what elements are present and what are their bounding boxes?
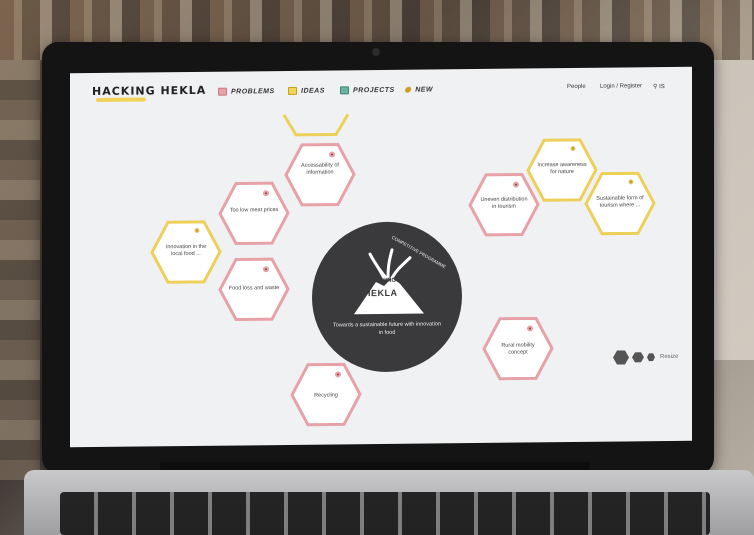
- hex-idea-sustainable-tourism[interactable]: ✺ Sustainable form of tourism where ...: [584, 171, 656, 236]
- hex-label: Rural mobility concept: [501, 342, 535, 357]
- projects-square-icon: [340, 86, 349, 95]
- problem-marker-icon: [527, 325, 533, 332]
- globe-icon: ⚲: [653, 84, 658, 91]
- language-switch[interactable]: ⚲ IS: [653, 83, 665, 90]
- resize-label: Resize: [660, 353, 679, 361]
- nav-login[interactable]: Login / Register: [600, 83, 642, 89]
- lightbulb-icon: ✺: [570, 145, 576, 154]
- hex-label: Recycling: [314, 392, 338, 399]
- hex-problem-food-loss[interactable]: Food loss and waste: [218, 257, 290, 322]
- laptop-screen: HACKING HEKLA PROBLEMS IDEAS PROJECTS ✺ …: [70, 66, 692, 448]
- nav-new-label: NEW: [415, 86, 434, 94]
- nav-ideas[interactable]: IDEAS: [288, 86, 325, 95]
- logo-underline: [96, 97, 146, 102]
- hex-problem-recycling[interactable]: Recycling: [290, 362, 362, 427]
- partial-hexagon: [282, 113, 350, 137]
- nav-new[interactable]: ✺ NEW: [404, 85, 434, 95]
- hex-problem-meat-prices[interactable]: Too low meat prices: [218, 181, 290, 246]
- background-books: [0, 60, 40, 480]
- hex-problem-accessability[interactable]: Accessability of information: [284, 142, 356, 207]
- nav-problems[interactable]: PROBLEMS: [218, 87, 275, 96]
- hex-problem-rural-mobility[interactable]: Rural mobility concept: [482, 316, 554, 381]
- top-nav: HACKING HEKLA PROBLEMS IDEAS PROJECTS ✺ …: [70, 67, 692, 114]
- lightbulb-icon: ✺: [404, 85, 412, 95]
- hex-label: Food loss and waste: [228, 285, 280, 292]
- center-logo-circle[interactable]: COMPETITIVE PROGRAMME HACKING HEKLA Towa…: [312, 221, 462, 373]
- hex-small-icon[interactable]: [647, 353, 655, 362]
- hex-medium-icon[interactable]: [632, 351, 644, 363]
- ideas-square-icon: [288, 86, 297, 95]
- problem-marker-icon: [335, 371, 341, 378]
- problem-marker-icon: [513, 181, 519, 188]
- hex-label: Accessability of information: [301, 162, 339, 177]
- hex-idea-local-food[interactable]: ✺ Innovation in the local food ...: [150, 220, 222, 285]
- hex-label: Increase awareness for nature: [537, 161, 587, 176]
- nav-problems-label: PROBLEMS: [231, 87, 275, 96]
- problem-marker-icon: [263, 190, 269, 197]
- hex-label: Too low meat prices: [229, 207, 279, 214]
- logo-main-text: HEKLA: [364, 287, 398, 299]
- nav-ideas-label: IDEAS: [301, 87, 325, 95]
- camera-icon: [372, 48, 380, 56]
- problem-marker-icon: [329, 151, 335, 158]
- center-tagline: Towards a sustainable future with innova…: [333, 321, 441, 336]
- language-label: IS: [659, 84, 665, 91]
- nav-projects-label: PROJECTS: [353, 86, 395, 94]
- hex-size-control[interactable]: Resize: [613, 349, 678, 366]
- problem-marker-icon: [263, 266, 269, 273]
- lightbulb-icon: ✺: [628, 179, 634, 187]
- lightbulb-icon: ✺: [194, 227, 200, 235]
- hex-label: Sustainable form of tourism where ...: [596, 195, 644, 210]
- nav-people[interactable]: People: [567, 84, 586, 90]
- keyboard: [60, 492, 710, 535]
- hex-large-icon[interactable]: [613, 349, 629, 365]
- problems-square-icon: [218, 87, 227, 96]
- site-logo[interactable]: HACKING HEKLA: [92, 84, 206, 98]
- hex-label: Innovation in the local food ...: [165, 243, 207, 258]
- hex-label: Uneven distribution in tourism: [480, 196, 528, 211]
- nav-projects[interactable]: PROJECTS: [340, 86, 395, 95]
- logo-top-text: HACKING: [368, 277, 396, 285]
